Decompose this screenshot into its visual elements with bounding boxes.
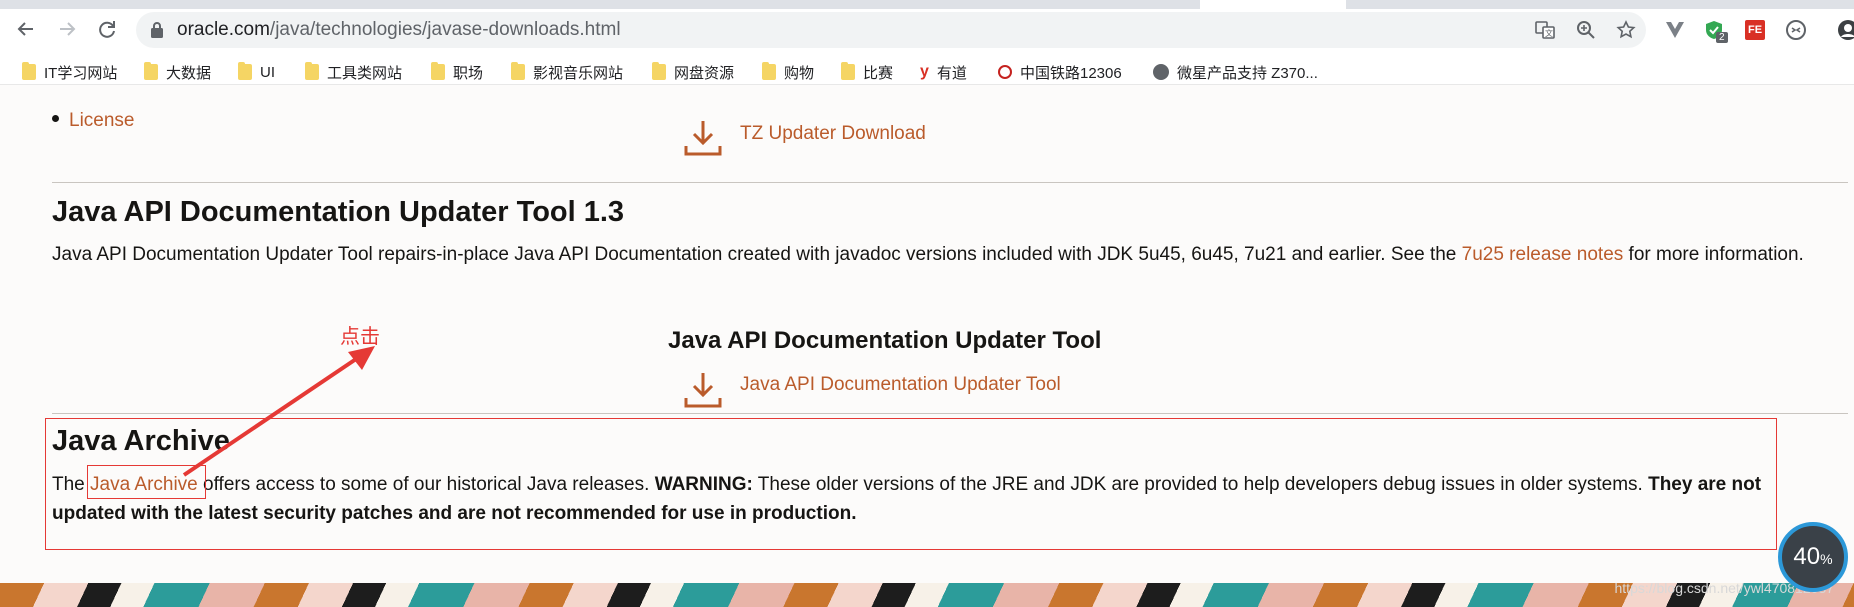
speed-gauge-widget[interactable]: 40% xyxy=(1778,522,1848,592)
annotation-arrow xyxy=(182,346,375,477)
gauge-value: 40 xyxy=(1793,543,1821,570)
decorative-banner-strip xyxy=(0,583,1854,607)
gauge-unit: % xyxy=(1820,551,1833,567)
